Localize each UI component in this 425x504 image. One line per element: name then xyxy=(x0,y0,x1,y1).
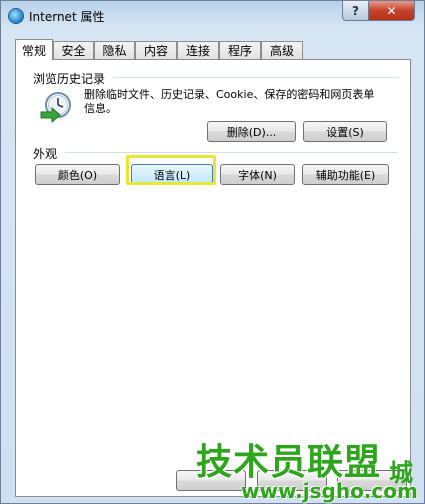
appearance-group-label: 外观 xyxy=(33,147,58,161)
general-tab-panel: 浏览历史记录 删除临时文件、历史记录、Cookie、保存的密码和网页表单信息。 … xyxy=(15,59,411,497)
highlight-box xyxy=(126,155,216,185)
internet-options-window: Internet 属性 ? ✕ 常规 安全 隐私 内容 连接 程序 高级 浏览历… xyxy=(0,0,425,504)
help-button[interactable]: ? xyxy=(342,1,369,21)
appearance-group-divider xyxy=(65,152,398,153)
history-settings-button[interactable]: 设置(S) xyxy=(303,121,387,142)
window-title: Internet 属性 xyxy=(29,10,105,24)
tab-programs[interactable]: 程序 xyxy=(219,41,261,59)
tab-privacy[interactable]: 隐私 xyxy=(94,41,135,59)
watermark-url: www.jsgho.com xyxy=(241,479,418,503)
colors-button[interactable]: 颜色(O) xyxy=(35,164,120,185)
internet-explorer-icon xyxy=(8,8,24,24)
close-button[interactable]: ✕ xyxy=(368,1,415,21)
accessibility-button[interactable]: 辅助功能(E) xyxy=(302,164,389,185)
fonts-button[interactable]: 字体(N) xyxy=(220,164,295,185)
tab-content[interactable]: 内容 xyxy=(135,41,177,59)
tab-general[interactable]: 常规 xyxy=(15,39,53,60)
history-group-divider xyxy=(114,77,398,78)
clock-history-icon xyxy=(40,92,71,124)
delete-history-button[interactable]: 删除(D)... xyxy=(207,121,296,142)
tab-advanced[interactable]: 高级 xyxy=(261,41,303,59)
history-group-label: 浏览历史记录 xyxy=(33,72,106,86)
tab-security[interactable]: 安全 xyxy=(53,41,94,59)
tab-connections[interactable]: 连接 xyxy=(177,41,219,59)
history-description: 删除临时文件、历史记录、Cookie、保存的密码和网页表单信息。 xyxy=(84,88,375,115)
watermark-logo-text: 技术员联盟 xyxy=(196,442,382,483)
title-bar[interactable]: Internet 属性 ? ✕ xyxy=(1,1,424,31)
